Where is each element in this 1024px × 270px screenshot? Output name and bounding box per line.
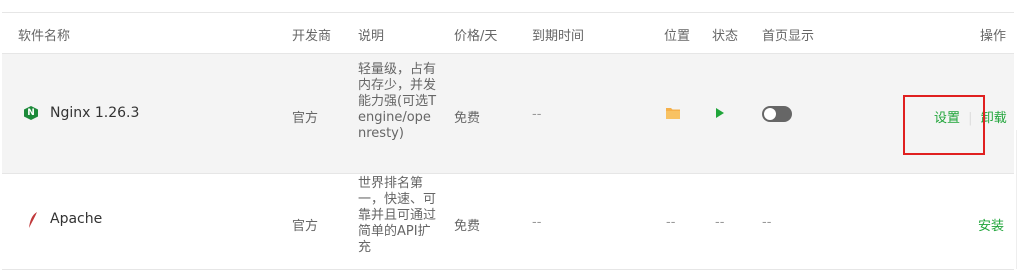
nginx-logo-icon: N xyxy=(24,106,38,120)
header-expire: 到期时间 xyxy=(532,29,585,44)
header-status: 状态 xyxy=(712,29,739,44)
price: 免费 xyxy=(454,219,481,234)
folder-icon[interactable] xyxy=(666,107,680,123)
developer: 官方 xyxy=(292,219,319,234)
header-name: 软件名称 xyxy=(18,29,71,44)
highlight-box xyxy=(903,95,985,155)
header-developer: 开发商 xyxy=(292,29,332,44)
apache-feather-icon xyxy=(28,212,38,232)
price: 免费 xyxy=(454,111,481,126)
table-row: Apache 官方 世界排名第一，快速、可靠并且可通过简单的API扩充 免费 -… xyxy=(2,174,1014,270)
developer: 官方 xyxy=(292,111,319,126)
play-icon[interactable] xyxy=(715,107,725,123)
software-name: Apache xyxy=(50,211,103,227)
install-link[interactable]: 安装 xyxy=(978,215,1004,234)
description: 世界排名第一，快速、可靠并且可通过简单的API扩充 xyxy=(358,176,437,255)
expire-date: -- xyxy=(532,107,542,122)
description: 轻量级，占有内存少，并发能力强(可选Tengine/openresty) xyxy=(358,62,437,141)
status: -- xyxy=(715,215,725,230)
scrollbar[interactable] xyxy=(1016,130,1024,269)
header-location: 位置 xyxy=(664,29,691,44)
table-row: N Nginx 1.26.3 官方 轻量级，占有内存少，并发能力强(可选Teng… xyxy=(2,54,1014,174)
header-actions: 操作 xyxy=(979,29,1006,44)
header-homepage: 首页显示 xyxy=(762,29,815,44)
header-price: 价格/天 xyxy=(454,29,498,44)
header-description: 说明 xyxy=(358,29,385,44)
expire-date: -- xyxy=(532,215,542,230)
software-table: 软件名称 开发商 说明 价格/天 到期时间 位置 状态 首页显示 操作 N Ng… xyxy=(2,12,1014,270)
software-name: Nginx 1.26.3 xyxy=(50,105,140,121)
location: -- xyxy=(666,215,676,230)
install-label[interactable]: 安装 xyxy=(978,219,1004,234)
homepage: -- xyxy=(762,215,772,230)
table-header: 软件名称 开发商 说明 价格/天 到期时间 位置 状态 首页显示 操作 xyxy=(2,12,1014,54)
homepage-toggle[interactable] xyxy=(762,106,792,122)
